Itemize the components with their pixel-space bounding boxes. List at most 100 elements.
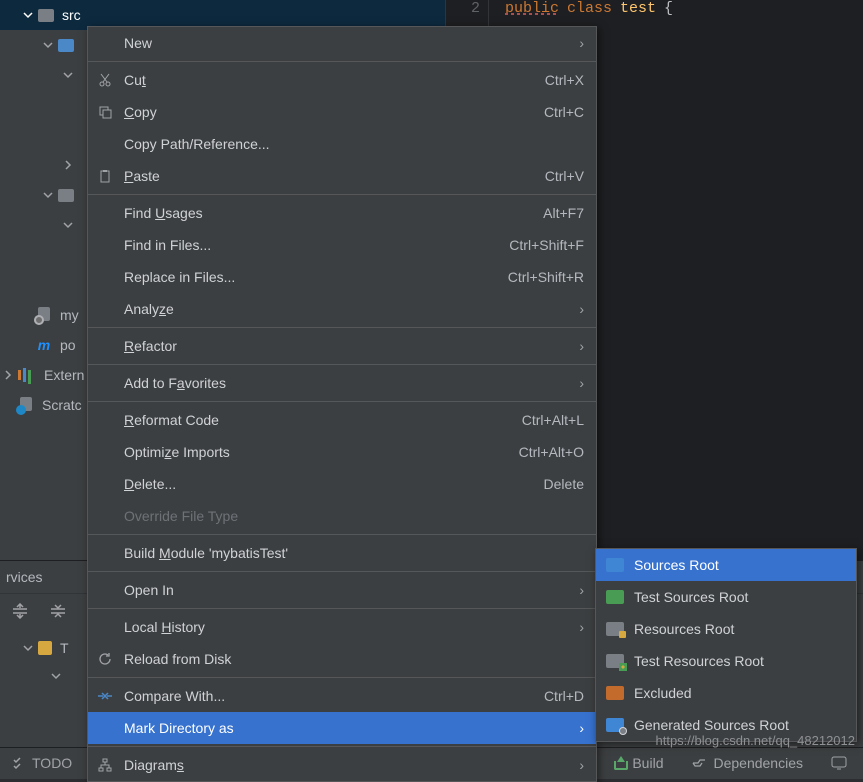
chevron-down-icon[interactable] xyxy=(62,219,74,231)
chevron-right-icon: › xyxy=(579,301,584,317)
build-icon xyxy=(612,756,626,770)
event-log-icon[interactable] xyxy=(825,756,853,770)
menu-item-open-in[interactable]: Open In› xyxy=(88,574,596,606)
scratches-icon xyxy=(18,397,34,413)
menu-separator xyxy=(88,608,596,609)
compare-icon xyxy=(96,689,114,703)
tree-label: Scratc xyxy=(42,397,82,413)
mark-directory-submenu: Sources Root Test Sources Root Resources… xyxy=(595,548,857,742)
tree-label: my xyxy=(60,307,79,323)
menu-item-override-file-type: Override File Type xyxy=(88,500,596,532)
folder-icon xyxy=(58,189,74,202)
libraries-icon xyxy=(18,368,36,382)
submenu-item-sources-root[interactable]: Sources Root xyxy=(596,549,856,581)
excluded-icon xyxy=(606,686,624,700)
shortcut: Ctrl+X xyxy=(545,72,584,88)
test-resources-root-icon xyxy=(606,654,624,668)
copy-icon xyxy=(96,105,114,119)
cut-icon xyxy=(96,73,114,87)
todo-button[interactable]: TODO xyxy=(6,755,78,771)
menu-item-cut[interactable]: CutCtrl+X xyxy=(88,64,596,96)
paste-icon xyxy=(96,169,114,183)
chevron-down-icon[interactable] xyxy=(22,9,34,21)
submenu-item-test-resources-root[interactable]: Test Resources Root xyxy=(596,645,856,677)
menu-item-local-history[interactable]: Local History› xyxy=(88,611,596,643)
chevron-right-icon: › xyxy=(579,757,584,773)
tree-label: Extern xyxy=(44,367,84,383)
code-line: public class test { xyxy=(505,0,673,17)
menu-separator xyxy=(88,194,596,195)
menu-separator xyxy=(88,677,596,678)
menu-item-reload-disk[interactable]: Reload from Disk xyxy=(88,643,596,675)
tree-label: src xyxy=(62,7,81,23)
menu-separator xyxy=(88,571,596,572)
menu-item-reformat[interactable]: Reformat CodeCtrl+Alt+L xyxy=(88,404,596,436)
diagram-icon xyxy=(96,758,114,772)
gutter-line-2: 2 xyxy=(471,0,480,17)
submenu-item-excluded[interactable]: Excluded xyxy=(596,677,856,709)
chevron-down-icon[interactable] xyxy=(42,39,54,51)
menu-item-paste[interactable]: PasteCtrl+V xyxy=(88,160,596,192)
tomcat-icon xyxy=(38,641,52,655)
resources-root-icon xyxy=(606,622,624,636)
sources-root-icon xyxy=(606,558,624,572)
chevron-down-icon[interactable] xyxy=(50,670,62,682)
chevron-down-icon[interactable] xyxy=(42,189,54,201)
menu-item-find-in-files[interactable]: Find in Files...Ctrl+Shift+F xyxy=(88,229,596,261)
config-file-icon xyxy=(36,307,52,323)
context-menu: New› CutCtrl+X CopyCtrl+C Copy Path/Refe… xyxy=(87,26,597,782)
shortcut: Ctrl+Shift+F xyxy=(509,237,584,253)
menu-item-optimize-imports[interactable]: Optimize ImportsCtrl+Alt+O xyxy=(88,436,596,468)
chevron-right-icon: › xyxy=(579,619,584,635)
tree-label: po xyxy=(60,337,76,353)
folder-icon xyxy=(38,9,54,22)
menu-item-replace-in-files[interactable]: Replace in Files...Ctrl+Shift+R xyxy=(88,261,596,293)
chevron-right-icon: › xyxy=(579,375,584,391)
chevron-right-icon: › xyxy=(579,720,584,736)
menu-separator xyxy=(88,534,596,535)
chevron-right-icon: › xyxy=(579,35,584,51)
shortcut: Ctrl+Alt+O xyxy=(519,444,584,460)
menu-item-diagrams[interactable]: Diagrams› xyxy=(88,749,596,781)
menu-item-build-module[interactable]: Build Module 'mybatisTest' xyxy=(88,537,596,569)
shortcut: Ctrl+D xyxy=(544,688,584,704)
chevron-right-icon[interactable] xyxy=(62,159,74,171)
build-button[interactable]: Build xyxy=(606,755,669,771)
menu-item-copy-path[interactable]: Copy Path/Reference... xyxy=(88,128,596,160)
menu-item-delete[interactable]: Delete...Delete xyxy=(88,468,596,500)
chevron-right-icon[interactable] xyxy=(2,369,14,381)
chevron-down-icon[interactable] xyxy=(22,642,34,654)
menu-item-analyze[interactable]: Analyze› xyxy=(88,293,596,325)
menu-separator xyxy=(88,364,596,365)
menu-item-mark-directory-as[interactable]: Mark Directory as› xyxy=(88,712,596,744)
maven-icon: m xyxy=(36,337,52,353)
chevron-right-icon: › xyxy=(579,582,584,598)
watermark: https://blog.csdn.net/qq_48212012 xyxy=(656,733,856,748)
shortcut: Ctrl+C xyxy=(544,104,584,120)
menu-separator xyxy=(88,746,596,747)
submenu-item-resources-root[interactable]: Resources Root xyxy=(596,613,856,645)
reload-icon xyxy=(96,652,114,666)
collapse-all-icon[interactable] xyxy=(48,602,68,620)
shortcut: Ctrl+Shift+R xyxy=(508,269,584,285)
expand-all-icon[interactable] xyxy=(10,602,30,620)
shortcut: Ctrl+Alt+L xyxy=(522,412,584,428)
menu-item-refactor[interactable]: Refactor› xyxy=(88,330,596,362)
menu-item-find-usages[interactable]: Find UsagesAlt+F7 xyxy=(88,197,596,229)
menu-item-compare-with[interactable]: Compare With...Ctrl+D xyxy=(88,680,596,712)
menu-separator xyxy=(88,401,596,402)
chevron-down-icon[interactable] xyxy=(62,69,74,81)
menu-item-add-favorites[interactable]: Add to Favorites› xyxy=(88,367,596,399)
submenu-item-test-sources-root[interactable]: Test Sources Root xyxy=(596,581,856,613)
shortcut: Alt+F7 xyxy=(543,205,584,221)
generated-sources-root-icon xyxy=(606,718,624,732)
service-label: T xyxy=(60,640,69,656)
chevron-right-icon: › xyxy=(579,338,584,354)
menu-separator xyxy=(88,61,596,62)
menu-item-copy[interactable]: CopyCtrl+C xyxy=(88,96,596,128)
menu-item-new[interactable]: New› xyxy=(88,27,596,59)
dependencies-button[interactable]: Dependencies xyxy=(685,755,809,771)
shortcut: Ctrl+V xyxy=(545,168,584,184)
folder-icon xyxy=(58,39,74,52)
shortcut: Delete xyxy=(544,476,584,492)
